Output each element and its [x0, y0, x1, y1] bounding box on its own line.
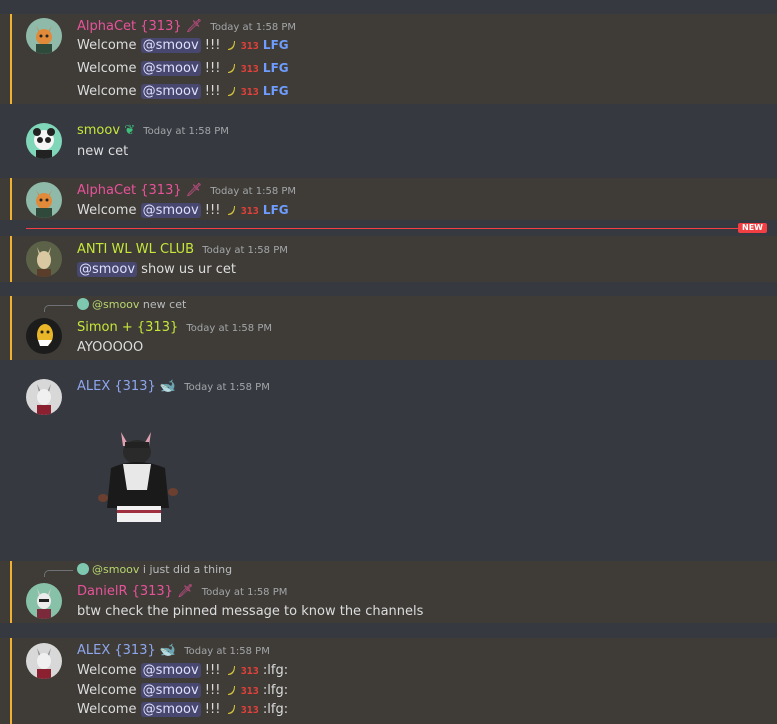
timestamp: Today at 1:58 PM	[143, 126, 229, 137]
user-mention[interactable]: @smoov	[140, 203, 201, 218]
reply-spine	[44, 305, 73, 312]
timestamp: Today at 1:58 PM	[186, 323, 272, 334]
sword-icon: 🗡	[185, 19, 203, 34]
timestamp: Today at 1:58 PM	[201, 587, 288, 598]
emoji-313: 313	[240, 686, 259, 697]
sticker-image[interactable]	[97, 428, 181, 526]
username[interactable]: ALEX {313}	[77, 643, 156, 658]
sword-icon: 🗡	[185, 183, 203, 198]
timestamp: Today at 1:58 PM	[184, 382, 270, 393]
banana-icon	[227, 206, 235, 215]
username[interactable]: AlphaCet {313}	[77, 183, 182, 198]
banana-icon	[227, 87, 235, 96]
new-messages-divider	[26, 228, 765, 229]
message-text: AYOOOOO	[77, 340, 144, 355]
lfg-shortcode: :lfg:	[262, 683, 289, 698]
timestamp: Today at 1:58 PM	[210, 186, 297, 197]
avatar[interactable]	[26, 318, 62, 354]
username[interactable]: smoov	[77, 123, 120, 138]
emoji-lfg: LFG	[262, 203, 289, 217]
message-anti-wl: ANTI WL WL CLUB Today at 1:58 PM @smoov …	[0, 236, 777, 282]
message-line: Welcome @smoov !!! 313 :lfg:	[77, 683, 289, 698]
emoji-313: 313	[240, 666, 259, 677]
user-mention[interactable]: @smoov	[140, 84, 201, 99]
username[interactable]: AlphaCet {313}	[77, 19, 182, 34]
user-mention[interactable]: @smoov	[140, 61, 201, 76]
user-mention[interactable]: @smoov	[140, 683, 201, 698]
message-simon: @smoov new cet Simon + {313} Today at 1:…	[0, 296, 777, 360]
reply-avatar	[77, 298, 89, 310]
message-alex-image: ALEX {313} 🐋 Today at 1:58 PM	[0, 374, 777, 558]
banana-icon	[227, 705, 235, 714]
username[interactable]: ANTI WL WL CLUB	[77, 242, 194, 257]
user-mention[interactable]: @smoov	[140, 702, 201, 717]
avatar[interactable]	[26, 123, 62, 159]
emoji-lfg: LFG	[262, 61, 289, 75]
username[interactable]: DanielR {313}	[77, 584, 173, 599]
message-alphacet-1: AlphaCet {313} 🗡 Today at 1:58 PM Welcom…	[0, 14, 777, 104]
emoji-lfg: LFG	[262, 84, 289, 98]
emoji-313: 313	[240, 41, 259, 52]
whale-icon: 🐋	[159, 643, 177, 658]
user-mention[interactable]: @smoov	[77, 262, 138, 277]
banana-icon	[227, 41, 235, 50]
message-text: btw check the pinned message to know the…	[77, 604, 424, 619]
timestamp: Today at 1:58 PM	[210, 22, 297, 33]
timestamp: Today at 1:58 PM	[184, 646, 270, 657]
emoji-313: 313	[240, 87, 259, 98]
message-line: Welcome @smoov !!! 313 LFG	[77, 61, 289, 76]
username[interactable]: ALEX {313}	[77, 379, 156, 394]
message-text: new cet	[77, 144, 129, 159]
emoji-313: 313	[240, 705, 259, 716]
avatar[interactable]	[26, 241, 62, 277]
message-line: Welcome @smoov !!! 313 LFG	[77, 203, 289, 218]
sword-icon: 🗡	[177, 584, 194, 599]
timestamp: Today at 1:58 PM	[202, 245, 288, 256]
message-text: @smoov show us ur cet	[77, 262, 237, 277]
message-line: Welcome @smoov !!! 313 LFG	[77, 38, 289, 53]
avatar[interactable]	[26, 182, 62, 218]
avatar[interactable]	[26, 379, 62, 415]
lfg-shortcode: :lfg:	[262, 663, 289, 678]
message-alphacet-2: AlphaCet {313} 🗡 Today at 1:58 PM Welcom…	[0, 178, 777, 220]
new-badge: NEW	[738, 223, 767, 233]
message-danielr: @smoov i just did a thing DanielR {313} …	[0, 561, 777, 623]
banana-icon	[227, 686, 235, 695]
user-mention[interactable]: @smoov	[140, 38, 201, 53]
message-line: Welcome @smoov !!! 313 :lfg:	[77, 663, 289, 678]
emoji-313: 313	[240, 206, 259, 217]
message-smoov: smoov ❦ Today at 1:58 PM new cet	[0, 118, 777, 164]
sprout-icon: ❦	[124, 123, 136, 138]
lfg-shortcode: :lfg:	[262, 702, 289, 717]
whale-icon: 🐋	[159, 379, 177, 394]
banana-icon	[227, 666, 235, 675]
message-line: Welcome @smoov !!! 313 LFG	[77, 84, 289, 99]
reply-avatar	[77, 563, 89, 575]
emoji-313: 313	[240, 64, 259, 75]
emoji-lfg: LFG	[262, 38, 289, 52]
reply-preview[interactable]: @smoov new cet	[77, 298, 186, 312]
avatar[interactable]	[26, 18, 62, 54]
reply-spine	[44, 570, 73, 577]
username[interactable]: Simon + {313}	[77, 320, 178, 335]
avatar[interactable]	[26, 643, 62, 679]
banana-icon	[227, 64, 235, 73]
user-mention[interactable]: @smoov	[140, 663, 201, 678]
avatar[interactable]	[26, 583, 62, 619]
message-line: Welcome @smoov !!! 313 :lfg:	[77, 702, 289, 717]
message-alex-welcome: ALEX {313} 🐋 Today at 1:58 PM Welcome @s…	[0, 638, 777, 724]
reply-preview[interactable]: @smoov i just did a thing	[77, 563, 232, 577]
